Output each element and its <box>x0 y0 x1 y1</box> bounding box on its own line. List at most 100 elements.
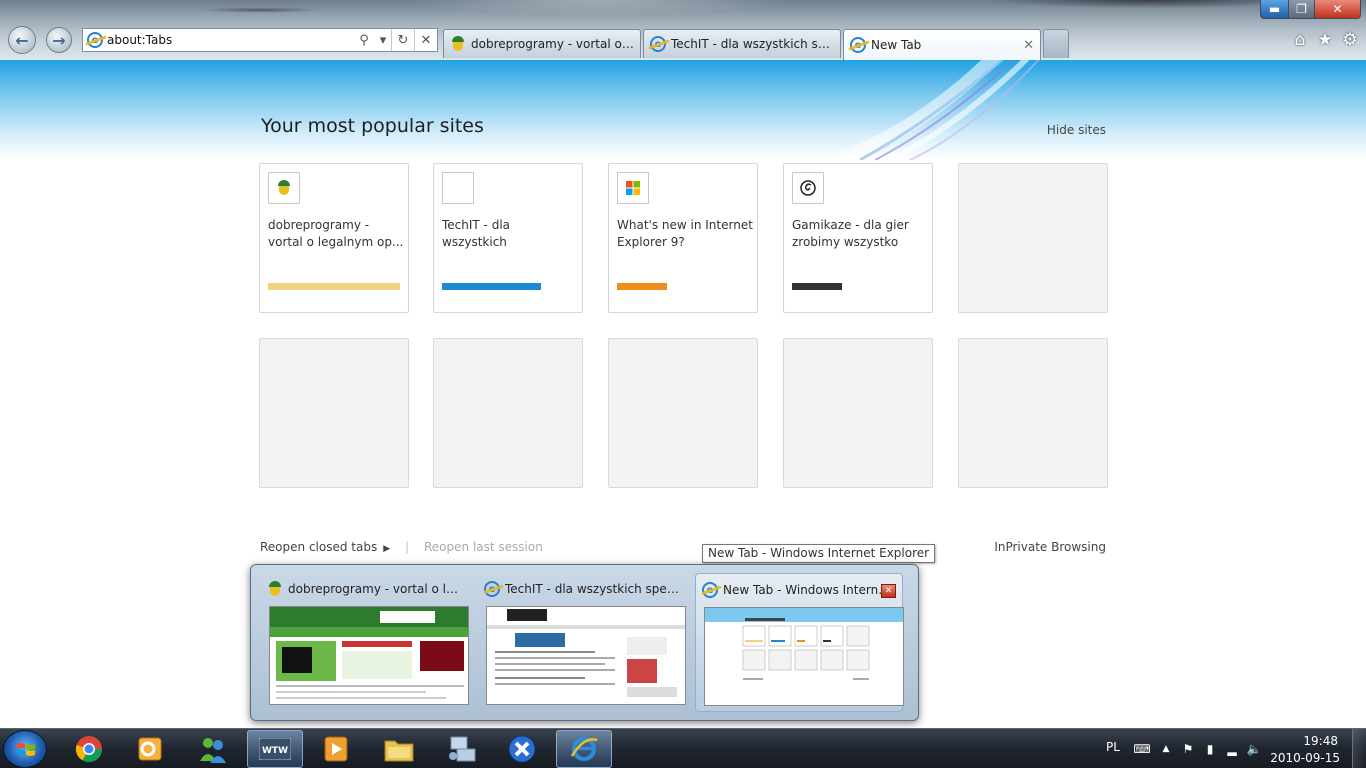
media-player-taskbar-button[interactable] <box>308 730 364 768</box>
wtw-taskbar-button[interactable]: WTW <box>247 730 303 768</box>
empty-tile[interactable] <box>433 338 583 488</box>
inprivate-browsing-link[interactable]: InPrivate Browsing <box>994 540 1106 554</box>
activity-bar <box>442 283 541 290</box>
thumbnail-title: e TechIT - dla wszystkich specjalis... <box>484 581 680 597</box>
empty-tile[interactable] <box>783 338 933 488</box>
tab-dobreprogramy[interactable]: dobreprogramy - vortal o lega... <box>443 29 641 58</box>
thumbnail-dobreprogramy[interactable]: dobreprogramy - vortal o legaln... <box>261 573 469 712</box>
svg-text:WTW: WTW <box>262 746 288 756</box>
page-snapshot <box>704 607 904 706</box>
thumbnail-title: dobreprogramy - vortal o legaln... <box>267 581 463 597</box>
page-snapshot <box>269 606 469 705</box>
internet-explorer-taskbar-button[interactable] <box>556 730 612 768</box>
network-signal-icon[interactable]: ▂ <box>1224 741 1240 757</box>
show-desktop-button[interactable] <box>1352 729 1366 768</box>
home-icon[interactable]: ⌂ <box>1290 30 1310 50</box>
favicon-box <box>268 172 300 204</box>
windows-logo-icon <box>626 181 640 195</box>
activity-bar <box>617 283 667 290</box>
ie-icon: e <box>702 582 718 598</box>
favicon-box <box>617 172 649 204</box>
site-tile-dobreprogramy[interactable]: dobreprogramy - vortal o legalnym op... <box>259 163 409 313</box>
thumbnail-label: New Tab - Windows Interne... <box>723 583 896 597</box>
address-input[interactable] <box>107 33 353 47</box>
restore-button[interactable]: ❐ <box>1288 0 1315 19</box>
address-bar[interactable]: e ⚲ ▾ ↻ ✕ <box>82 28 438 52</box>
action-center-flag-icon[interactable]: ⚑ <box>1180 741 1196 757</box>
restore-icon: ❐ <box>1296 2 1307 16</box>
chrome-icon <box>75 736 103 763</box>
reopen-last-session-link[interactable]: Reopen last session <box>424 540 543 554</box>
tab-new-tab[interactable]: e New Tab ✕ <box>843 29 1041 60</box>
minimize-button[interactable]: ▬ <box>1260 0 1289 19</box>
messenger-icon <box>200 738 226 763</box>
back-button[interactable]: ← <box>8 26 36 54</box>
arrow-left-icon: ← <box>15 30 29 50</box>
thumbnail-label: dobreprogramy - vortal o legaln... <box>288 582 463 596</box>
close-tab-icon[interactable]: ✕ <box>1017 38 1034 53</box>
speaker-muted-icon[interactable]: 🔈 <box>1246 741 1262 757</box>
thumbnail-new-tab[interactable]: e New Tab - Windows Interne... ✕ <box>695 573 904 712</box>
page-snapshot <box>486 606 686 705</box>
messenger-taskbar-button[interactable] <box>185 730 241 768</box>
window-tooltip: New Tab - Windows Internet Explorer <box>702 544 936 563</box>
show-hidden-icons-icon[interactable]: ▲ <box>1158 741 1174 757</box>
hide-sites-link[interactable]: Hide sites <box>1047 123 1106 137</box>
folder-icon <box>384 740 414 762</box>
outlook-icon <box>138 737 162 761</box>
close-window-button[interactable]: ✕ <box>1314 0 1361 19</box>
empty-tile[interactable] <box>608 338 758 488</box>
ie-icon: e <box>87 32 103 48</box>
tab-label: dobreprogramy - vortal o lega... <box>471 37 634 51</box>
empty-tile[interactable] <box>259 338 409 488</box>
ie-icon: e <box>650 36 666 52</box>
close-window-thumbnail-button[interactable]: ✕ <box>881 584 896 598</box>
network-taskbar-button[interactable] <box>433 730 489 768</box>
wtw-icon: WTW <box>259 738 291 760</box>
chrome-taskbar-button[interactable] <box>61 730 117 768</box>
outlook-taskbar-button[interactable] <box>122 730 178 768</box>
site-tile-title: TechIT - dla wszystkich specjalistów IT <box>442 218 511 249</box>
thumbnail-label: TechIT - dla wszystkich specjalis... <box>505 582 680 596</box>
internet-explorer-icon <box>570 737 598 761</box>
stop-button[interactable]: ✕ <box>415 29 437 51</box>
refresh-button[interactable]: ↻ <box>392 29 414 51</box>
gear-icon[interactable]: ⚙ <box>1340 30 1360 50</box>
chevron-down-icon[interactable]: ▾ <box>375 29 391 51</box>
new-tab-button[interactable] <box>1043 29 1069 58</box>
site-tile-title: dobreprogramy - vortal o legalnym op... <box>268 218 404 249</box>
favorites-star-icon[interactable]: ★ <box>1315 30 1335 50</box>
empty-tile[interactable] <box>958 163 1108 313</box>
minimize-icon: ▬ <box>1268 2 1281 16</box>
site-tile-title: Gamikaze - dla gier zrobimy wszystko <box>792 218 909 249</box>
triangle-right-icon: ▶ <box>383 544 391 554</box>
swoosh-decoration <box>837 60 1040 160</box>
close-icon: ✕ <box>884 586 893 596</box>
search-icon[interactable]: ⚲ <box>353 29 375 51</box>
media-player-icon <box>324 736 348 762</box>
empty-tile[interactable] <box>958 338 1108 488</box>
explorer-taskbar-button[interactable] <box>371 730 427 768</box>
taskbar: WTW PL ⌨ ▲ ⚑ ▮ ▂ 🔈 19:48 2010-09-15 <box>0 728 1366 768</box>
tab-label: TechIT - dla wszystkich specja... <box>671 37 834 51</box>
clock-date[interactable]: 2010-09-15 <box>1270 751 1340 765</box>
usb-device-icon[interactable]: ▮ <box>1202 741 1218 757</box>
gamikaze-logo-icon <box>800 180 816 196</box>
site-tile-techit[interactable]: TechIT - dla wszystkich specjalistów IT <box>433 163 583 313</box>
system-tray: PL ⌨ ▲ ⚑ ▮ ▂ 🔈 19:48 2010-09-15 <box>1096 729 1366 768</box>
keyboard-icon[interactable]: ⌨ <box>1133 741 1150 757</box>
thumbnail-techit[interactable]: e TechIT - dla wszystkich specjalis... <box>478 573 686 712</box>
dobreprogramy-favicon-icon <box>276 180 292 196</box>
forward-button[interactable]: → <box>46 27 72 53</box>
language-indicator[interactable]: PL <box>1106 740 1120 754</box>
xnview-taskbar-button[interactable] <box>494 730 550 768</box>
start-button[interactable] <box>3 730 47 768</box>
clock-time[interactable]: 19:48 <box>1303 734 1338 748</box>
reopen-closed-tabs-button[interactable]: Reopen closed tabs ▶ <box>260 540 390 554</box>
taskbar-thumbnail-preview: dobreprogramy - vortal o legaln... e Tec… <box>250 564 919 721</box>
site-tile-ie9[interactable]: What's new in Internet Explorer 9? <box>608 163 758 313</box>
site-tile-title: What's new in Internet Explorer 9? <box>617 218 753 249</box>
reopen-closed-tabs-label: Reopen closed tabs <box>260 540 378 554</box>
site-tile-gamikaze[interactable]: Gamikaze - dla gier zrobimy wszystko <box>783 163 933 313</box>
tab-techit[interactable]: e TechIT - dla wszystkich specja... <box>643 29 841 58</box>
